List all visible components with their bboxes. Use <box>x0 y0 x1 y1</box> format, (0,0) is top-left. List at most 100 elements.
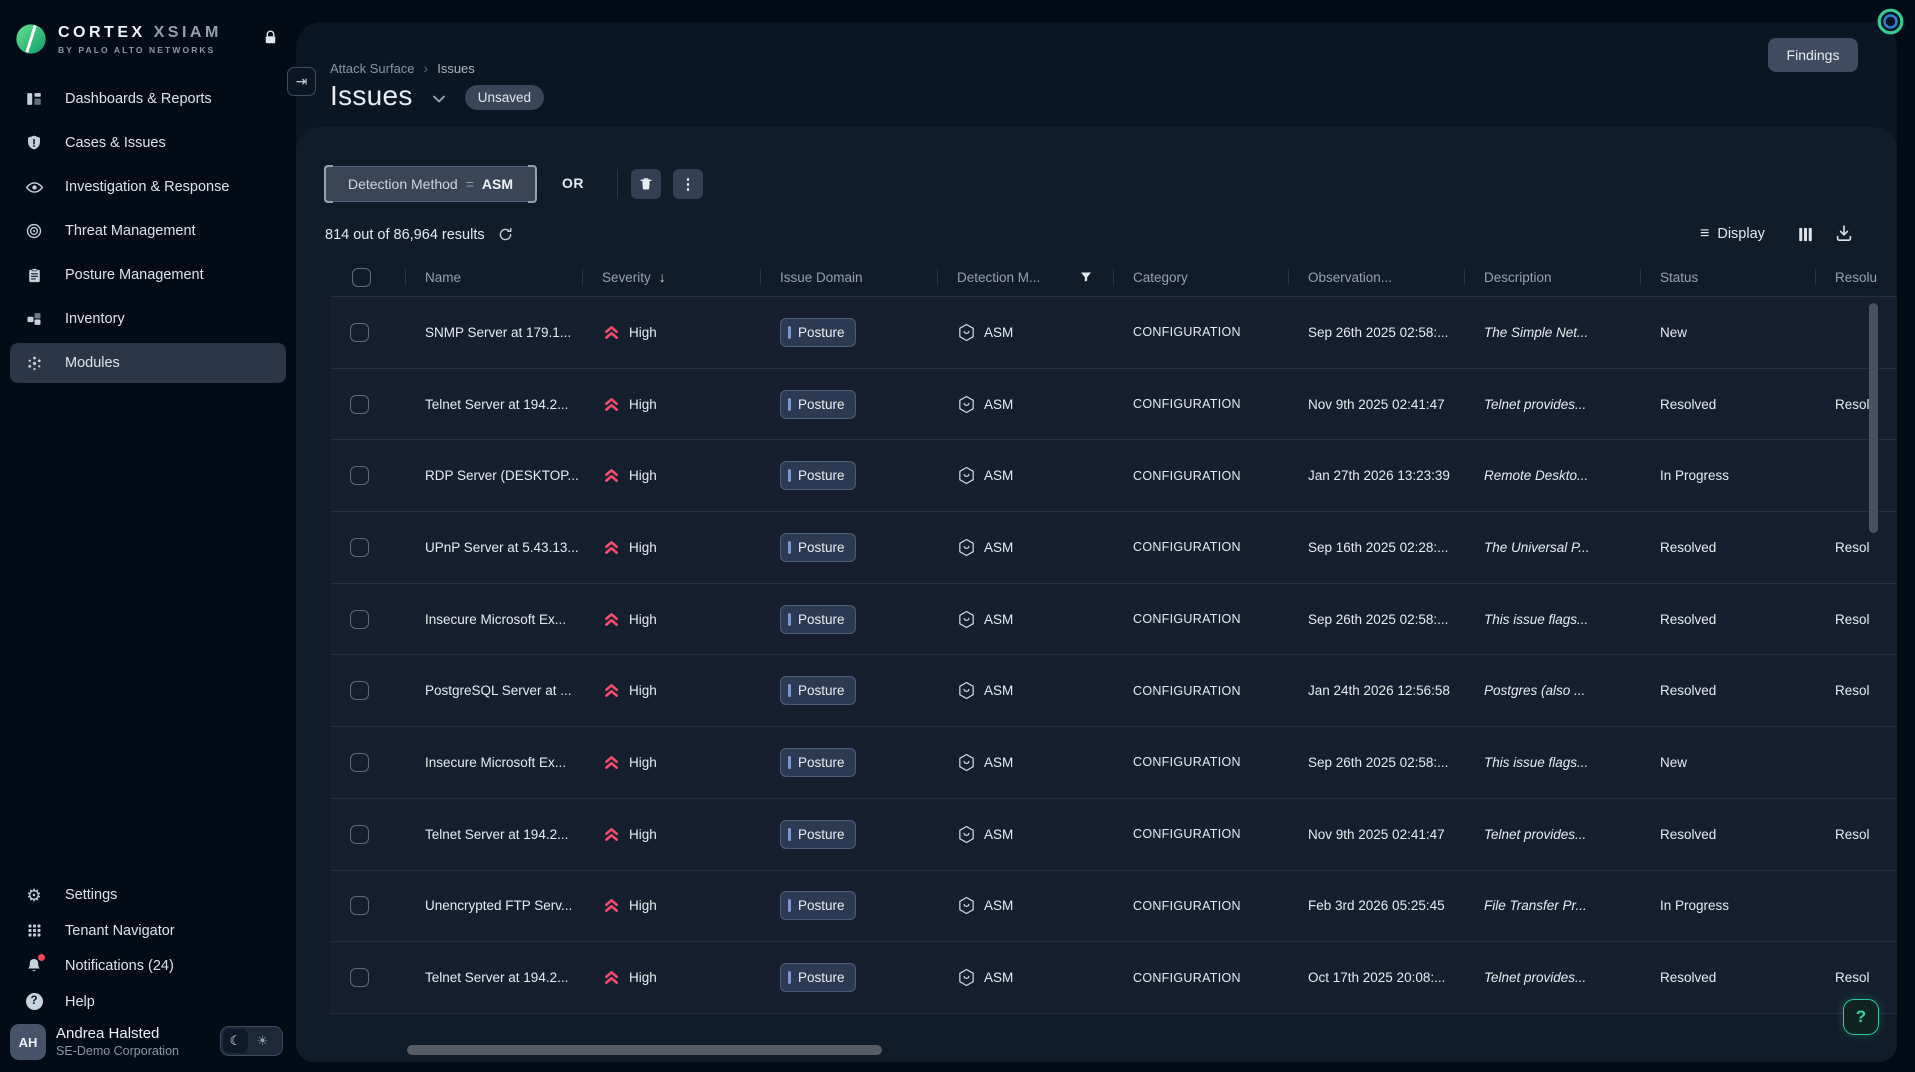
column-header-resolution[interactable]: Resolu <box>1815 258 1897 296</box>
cell-status: New <box>1640 325 1815 340</box>
vertical-scrollbar-thumb[interactable] <box>1869 303 1878 533</box>
cell-status: Resolved <box>1640 397 1815 412</box>
row-checkbox[interactable] <box>350 395 369 414</box>
cell-status: Resolved <box>1640 612 1815 627</box>
row-checkbox[interactable] <box>350 825 369 844</box>
cell-resolution: Resol <box>1815 970 1897 985</box>
cell-name: RDP Server (DESKTOP... <box>405 468 582 483</box>
sidebar: CORTEX XSIAM BY PALO ALTO NETWORKS Dashb… <box>0 0 296 1072</box>
sidebar-item-dashboards[interactable]: Dashboards & Reports <box>10 79 286 119</box>
sidebar-item-help[interactable]: ? Help <box>10 986 286 1018</box>
theme-toggle[interactable]: ☾ ☀ <box>220 1026 283 1056</box>
table-row[interactable]: Unencrypted FTP Serv... High Posture ASM… <box>330 870 1897 942</box>
column-header-description[interactable]: Description <box>1464 258 1640 296</box>
row-checkbox[interactable] <box>350 323 369 342</box>
cell-resolution: Resol <box>1815 683 1897 698</box>
clipboard-icon <box>24 267 44 284</box>
sidebar-item-settings[interactable]: ⚙ Settings <box>10 879 286 911</box>
manage-columns-button[interactable] <box>1796 225 1815 244</box>
severity-high-icon <box>602 968 621 987</box>
table-row[interactable]: RDP Server (DESKTOP... High Posture ASM … <box>330 439 1897 511</box>
row-checkbox[interactable] <box>350 466 369 485</box>
table-row[interactable]: Insecure Microsoft Ex... High Posture AS… <box>330 726 1897 798</box>
collapse-panel-button[interactable]: ⇥ <box>287 67 316 96</box>
row-checkbox[interactable] <box>350 610 369 629</box>
detection-label: ASM <box>984 612 1013 627</box>
breadcrumb-attack-surface[interactable]: Attack Surface <box>330 61 415 76</box>
filter-chip[interactable]: Detection Method = ASM <box>325 166 536 202</box>
session-rings-icon[interactable] <box>1877 8 1904 35</box>
filter-funnel-icon[interactable] <box>1079 270 1093 284</box>
table-row[interactable]: PostgreSQL Server at ... High Posture AS… <box>330 654 1897 726</box>
badge-bar <box>788 613 791 626</box>
avatar[interactable]: AH <box>10 1024 46 1060</box>
filter-more-options-button[interactable]: ⋮ <box>673 169 703 199</box>
sidebar-item-investigation[interactable]: Investigation & Response <box>10 167 286 207</box>
user-row[interactable]: AH Andrea Halsted SE-Demo Corporation ☾ … <box>10 1022 286 1064</box>
table-body: SNMP Server at 179.1... High Posture ASM… <box>330 296 1897 1014</box>
lock-icon <box>262 29 279 46</box>
issue-domain-badge: Posture <box>780 461 856 490</box>
sidebar-item-modules[interactable]: Modules <box>10 343 286 383</box>
export-button[interactable] <box>1834 223 1854 243</box>
light-mode-sun-icon[interactable]: ☀ <box>250 1029 275 1053</box>
table-row[interactable]: UPnP Server at 5.43.13... High Posture A… <box>330 511 1897 583</box>
column-header-name[interactable]: Name <box>405 258 582 296</box>
issue-domain-badge: Posture <box>780 748 856 777</box>
sidebar-item-cases[interactable]: Cases & Issues <box>10 123 286 163</box>
column-header-detection-method[interactable]: Detection M... <box>937 258 1113 296</box>
sidebar-item-notifications[interactable]: Notifications (24) <box>10 950 286 982</box>
column-header-issue-domain[interactable]: Issue Domain <box>760 258 937 296</box>
table-row[interactable]: Telnet Server at 194.2... High Posture A… <box>330 368 1897 440</box>
row-checkbox[interactable] <box>350 968 369 987</box>
sidebar-item-tenant-navigator[interactable]: Tenant Navigator <box>10 915 286 947</box>
severity-high-icon <box>602 610 621 629</box>
column-header-severity[interactable]: Severity↓ <box>582 258 760 296</box>
detection-label: ASM <box>984 755 1013 770</box>
row-checkbox[interactable] <box>350 896 369 915</box>
table-row[interactable]: Telnet Server at 194.2... High Posture A… <box>330 941 1897 1013</box>
sidebar-nav: Dashboards & Reports Cases & Issues Inve… <box>10 79 286 387</box>
row-checkbox[interactable] <box>350 538 369 557</box>
horizontal-scrollbar-thumb[interactable] <box>407 1045 882 1055</box>
findings-button[interactable]: Findings <box>1768 38 1858 72</box>
cell-description: Telnet provides... <box>1464 397 1640 412</box>
cell-resolution: Resol <box>1815 612 1897 627</box>
blocks-icon <box>24 310 44 328</box>
modules-dots-icon <box>24 354 44 373</box>
breadcrumb-issues[interactable]: Issues <box>437 61 475 76</box>
column-header-status[interactable]: Status <box>1640 258 1815 296</box>
cell-observation: Sep 16th 2025 02:28:... <box>1288 540 1464 555</box>
refresh-icon[interactable] <box>497 226 514 243</box>
severity-label: High <box>629 612 657 627</box>
column-header-category[interactable]: Category <box>1113 258 1288 296</box>
display-button[interactable]: ≡ Display <box>1700 225 1765 243</box>
cell-description: Postgres (also ... <box>1464 683 1640 698</box>
detection-label: ASM <box>984 970 1013 985</box>
delete-filter-button[interactable] <box>631 169 661 199</box>
select-all-checkbox[interactable] <box>352 268 371 287</box>
sidebar-item-label: Tenant Navigator <box>65 923 175 939</box>
cell-description: This issue flags... <box>1464 755 1640 770</box>
severity-label: High <box>629 898 657 913</box>
results-row: 814 out of 86,964 results <box>325 226 514 243</box>
cortex-logo-icon <box>14 22 48 56</box>
cell-resolution: Resol <box>1815 540 1897 555</box>
table-row[interactable]: SNMP Server at 179.1... High Posture ASM… <box>330 296 1897 368</box>
dark-mode-moon-icon[interactable]: ☾ <box>223 1029 248 1053</box>
row-checkbox[interactable] <box>350 681 369 700</box>
sidebar-item-posture[interactable]: Posture Management <box>10 255 286 295</box>
sidebar-item-inventory[interactable]: Inventory <box>10 299 286 339</box>
severity-high-icon <box>602 681 621 700</box>
cell-observation: Nov 9th 2025 02:41:47 <box>1288 827 1464 842</box>
cell-category: CONFIGURATION <box>1113 899 1288 913</box>
chevron-down-icon[interactable] <box>429 89 449 109</box>
row-checkbox[interactable] <box>350 753 369 772</box>
table-row[interactable]: Insecure Microsoft Ex... High Posture AS… <box>330 583 1897 655</box>
help-button[interactable]: ? <box>1843 999 1879 1035</box>
table-row[interactable]: Telnet Server at 194.2... High Posture A… <box>330 798 1897 870</box>
issue-domain-badge: Posture <box>780 605 856 634</box>
column-header-observation[interactable]: Observation... <box>1288 258 1464 296</box>
badge-bar <box>788 541 791 554</box>
sidebar-item-threat[interactable]: Threat Management <box>10 211 286 251</box>
